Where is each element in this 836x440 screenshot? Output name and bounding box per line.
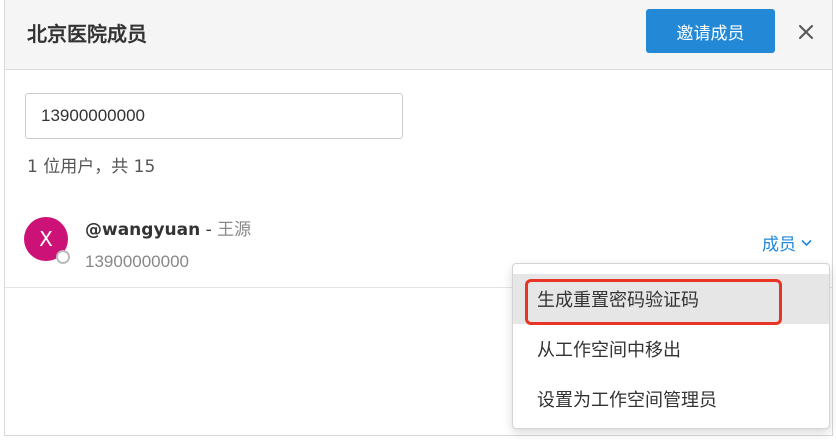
close-button[interactable] — [794, 20, 818, 44]
status-offline-icon — [56, 250, 70, 264]
role-label: 成员 — [762, 235, 796, 255]
menu-item-remove-from-workspace[interactable]: 从工作空间中移出 — [513, 324, 829, 374]
member-full-name: 王源 — [217, 220, 252, 240]
close-icon — [799, 25, 813, 39]
chevron-down-icon — [801, 239, 812, 247]
dialog-title: 北京医院成员 — [27, 22, 147, 46]
member-name: @wangyuan - 王源 — [85, 215, 251, 240]
invite-members-button[interactable]: 邀请成员 — [646, 9, 775, 53]
role-actions-menu: 生成重置密码验证码 从工作空间中移出 设置为工作空间管理员 — [512, 263, 830, 429]
result-count: 1 位用户，共 15 — [27, 157, 156, 177]
role-dropdown[interactable]: 成员 — [762, 230, 812, 255]
member-username: @wangyuan — [85, 220, 201, 240]
search-input[interactable] — [25, 93, 403, 139]
member-phone: 13900000000 — [85, 252, 190, 271]
name-separator: - — [200, 220, 218, 240]
menu-item-make-admin[interactable]: 设置为工作空间管理员 — [513, 374, 829, 424]
menu-item-generate-reset-code[interactable]: 生成重置密码验证码 — [513, 274, 829, 324]
dialog-header: 北京医院成员 邀请成员 — [5, 0, 832, 70]
